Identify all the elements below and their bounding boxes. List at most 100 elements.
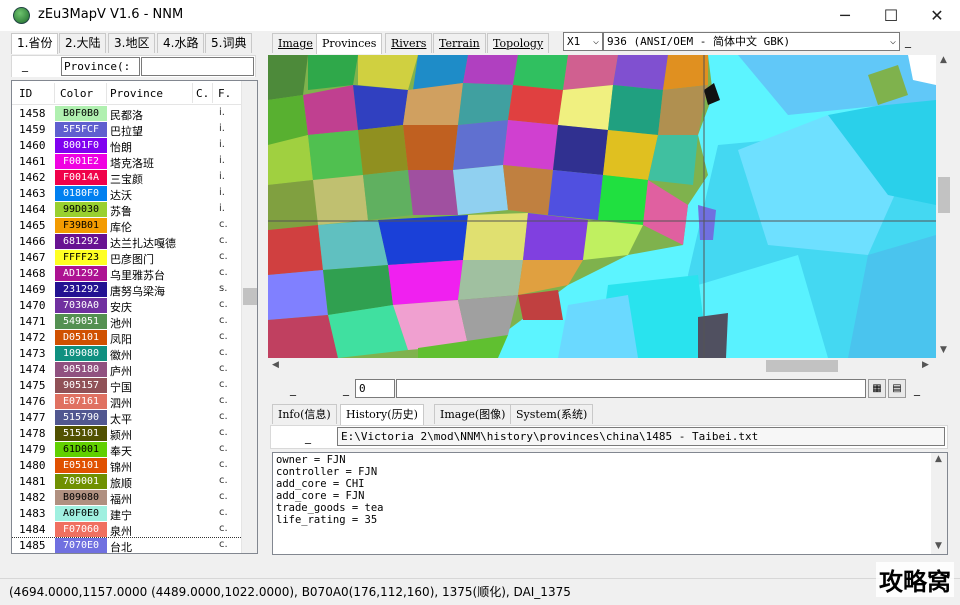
province-flag: i. — [219, 139, 225, 150]
list-scroll-thumb[interactable] — [243, 288, 257, 305]
color-swatch: 709001 — [55, 474, 107, 489]
map-vertical-thumb[interactable] — [938, 177, 950, 213]
list-item[interactable]: 1472 D05101 凤阳 c. — [12, 330, 242, 346]
list-item[interactable]: 1485 7070E0 台北 c. — [12, 537, 243, 553]
list-item[interactable]: 1461 F001E2 塔克洛班 i. — [12, 154, 242, 170]
maximize-button[interactable]: ☐ — [868, 0, 914, 31]
province-flag: i. — [219, 187, 225, 198]
tab-rivers[interactable]: Rivers — [385, 33, 433, 53]
list-item[interactable]: 1467 FFFF23 巴彦图门 c. — [12, 250, 242, 266]
province-id: 1472 — [19, 331, 46, 344]
province-map[interactable] — [268, 55, 936, 358]
tab-topology[interactable]: Topology — [487, 33, 550, 53]
scroll-up-icon[interactable]: ▲ — [940, 55, 947, 65]
province-name: 三宝颜 — [110, 173, 143, 186]
list-item[interactable]: 1476 E07161 泗州 c. — [12, 394, 242, 410]
list-item[interactable]: 1468 AD1292 乌里雅苏台 c. — [12, 266, 242, 282]
history-scrollbar[interactable]: ▲ ▼ — [931, 453, 947, 554]
list-item[interactable]: 1469 231292 唐努乌梁海 s. — [12, 282, 242, 298]
scroll-down-icon[interactable]: ▼ — [940, 345, 947, 355]
column-province[interactable]: Province — [110, 87, 163, 100]
province-name: 庐州 — [110, 365, 132, 378]
list-item[interactable]: 1466 681292 达兰扎达嘎德 c. — [12, 234, 242, 250]
scroll-up-icon[interactable]: ▲ — [935, 454, 942, 464]
list-item[interactable]: 1471 549051 池州 c. — [12, 314, 242, 330]
scroll-right-icon[interactable]: ▶ — [922, 360, 929, 370]
province-list[interactable]: ID Color Province C. F. 1458 B0F0B0 民都洛 i. 1… — [11, 80, 258, 554]
status-text: (4694.0000,1157.0000 (4489.0000,1022.000… — [9, 585, 571, 599]
list-item[interactable]: 1470 7030A0 安庆 c. — [12, 298, 242, 314]
tab-waterway[interactable]: 4.水路 — [157, 33, 205, 53]
map-horizontal-thumb[interactable] — [766, 360, 838, 372]
column-id[interactable]: ID — [19, 87, 32, 100]
tab-province[interactable]: 1.省份 — [11, 33, 59, 54]
tab-image-info[interactable]: Image(图像) — [434, 404, 512, 424]
tab-info[interactable]: Info(信息) — [272, 404, 337, 424]
filter-input[interactable] — [141, 57, 254, 76]
filter-field-select[interactable]: Province(: — [61, 57, 140, 76]
tab-region[interactable]: 3.地区 — [108, 33, 156, 53]
list-item[interactable]: 1459 5F5FCF 巴拉望 i. — [12, 122, 242, 138]
document-icon[interactable]: ▤ — [888, 379, 906, 398]
province-name: 奉天 — [110, 445, 132, 458]
column-c[interactable]: C. — [196, 87, 209, 100]
codepage-select[interactable]: 936 (ANSI/OEM - 简体中文 GBK) ⌵ — [603, 32, 900, 51]
list-item[interactable]: 1483 A0F0E0 建宁 c. — [12, 506, 242, 522]
tab-terrain[interactable]: Terrain — [433, 33, 486, 53]
province-flag: c. — [219, 235, 228, 246]
column-f[interactable]: F. — [218, 87, 231, 100]
tab-image[interactable]: Image — [272, 33, 319, 53]
map-vertical-scrollbar[interactable]: ▲ ▼ — [936, 55, 952, 358]
province-name: 民都洛 — [110, 109, 143, 122]
history-text-area[interactable]: owner = FJN controller = FJN add_core = … — [272, 452, 948, 555]
toolbar-underscore-3: _ — [914, 382, 920, 396]
scroll-left-icon[interactable]: ◀ — [272, 360, 279, 370]
color-swatch: AD1292 — [55, 266, 107, 281]
color-swatch: 231292 — [55, 282, 107, 297]
list-item[interactable]: 1458 B0F0B0 民都洛 i. — [12, 106, 242, 122]
map-horizontal-scrollbar[interactable]: ◀ ▶ — [268, 358, 936, 374]
province-flag: i. — [219, 171, 225, 182]
zoom-select[interactable]: X1 ⌵ — [563, 32, 603, 51]
list-item[interactable]: 1481 709001 旅顺 c. — [12, 474, 242, 490]
province-id: 1458 — [19, 107, 46, 120]
list-item[interactable]: 1477 515790 太平 c. — [12, 410, 242, 426]
province-name: 安庆 — [110, 301, 132, 314]
close-button[interactable]: ✕ — [914, 0, 960, 31]
list-item[interactable]: 1478 515101 颍州 c. — [12, 426, 242, 442]
column-color[interactable]: Color — [60, 87, 93, 100]
list-item[interactable]: 1463 0180F0 达沃 i. — [12, 186, 242, 202]
color-swatch: 7030A0 — [55, 298, 107, 313]
color-swatch: E05101 — [55, 458, 107, 473]
list-item[interactable]: 1462 F0014A 三宝颜 i. — [12, 170, 242, 186]
province-id: 1481 — [19, 475, 46, 488]
minimize-button[interactable]: ─ — [822, 0, 868, 31]
tab-history[interactable]: History(历史) — [340, 404, 424, 425]
province-flag: c. — [219, 299, 228, 310]
file-path-field[interactable]: E:\Victoria 2\mod\NNM\history\provinces\… — [337, 427, 945, 446]
image-tool-icon[interactable]: ▦ — [868, 379, 886, 398]
color-swatch: 61D001 — [55, 442, 107, 457]
tab-provinces[interactable]: Provinces — [316, 33, 383, 54]
province-name: 苏鲁 — [110, 205, 132, 218]
list-item[interactable]: 1465 F39B01 库伦 c. — [12, 218, 242, 234]
tab-dictionary[interactable]: 5.词典 — [205, 33, 253, 53]
list-item[interactable]: 1484 F07060 泉州 c. — [12, 522, 242, 538]
color-swatch: 681292 — [55, 234, 107, 249]
list-item[interactable]: 1482 B09080 福州 c. — [12, 490, 242, 506]
province-flag: c. — [219, 475, 228, 486]
number-input[interactable]: 0 — [355, 379, 395, 398]
province-id: 1467 — [19, 251, 46, 264]
list-item[interactable]: 1464 99D030 苏鲁 i. — [12, 202, 242, 218]
list-item[interactable]: 1475 905157 宁国 c. — [12, 378, 242, 394]
list-scrollbar[interactable] — [241, 81, 257, 553]
list-item[interactable]: 1460 8001F0 怡朗 i. — [12, 138, 242, 154]
list-item[interactable]: 1473 109080 徽州 c. — [12, 346, 242, 362]
list-item[interactable]: 1479 61D001 奉天 c. — [12, 442, 242, 458]
scroll-down-icon[interactable]: ▼ — [935, 541, 942, 551]
tab-continent[interactable]: 2.大陆 — [59, 33, 107, 53]
tab-system[interactable]: System(系统) — [510, 404, 594, 424]
list-item[interactable]: 1480 E05101 锦州 c. — [12, 458, 242, 474]
list-item[interactable]: 1474 905180 庐州 c. — [12, 362, 242, 378]
text-input[interactable] — [396, 379, 866, 398]
